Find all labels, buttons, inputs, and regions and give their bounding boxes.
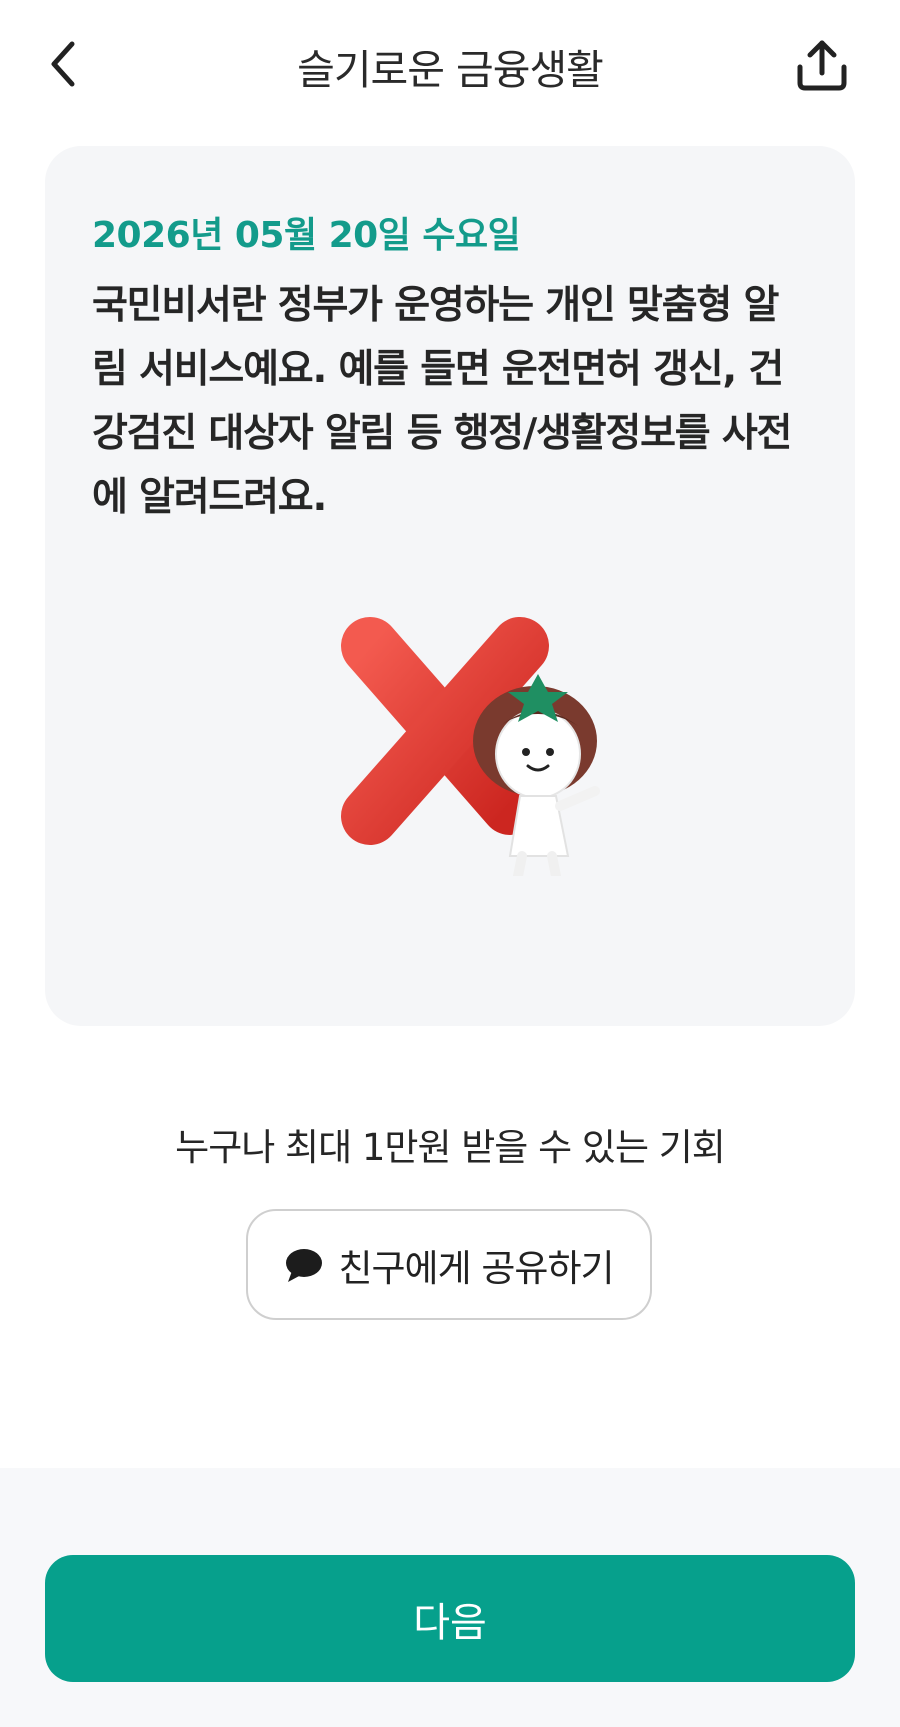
next-button[interactable]: 다음 xyxy=(45,1555,855,1682)
share-button[interactable] xyxy=(790,35,854,95)
page-title: 슬기로운 금융생활 xyxy=(297,46,604,94)
reward-promo-text: 누구나 최대 1만원 받을 수 있는 기회 xyxy=(175,1126,726,1169)
mascot-character xyxy=(473,674,600,881)
share-with-friend-button[interactable]: 친구에게 공유하기 xyxy=(246,1209,652,1320)
share-with-friend-label: 친구에게 공유하기 xyxy=(338,1246,614,1290)
red-x-mark-icon xyxy=(341,617,600,881)
answer-illustration xyxy=(310,606,610,881)
date-label: 2026년 05월 20일 수요일 xyxy=(92,215,521,256)
speech-bubble-icon xyxy=(286,1248,323,1282)
quiz-answer-card: 2026년 05월 20일 수요일 국민비서란 정부가 운영하는 개인 맞춤형 … xyxy=(45,146,855,1026)
answer-description: 국민비서란 정부가 운영하는 개인 맞춤형 알림 서비스예요. 예를 들면 운전… xyxy=(92,283,792,520)
top-bar: 슬기로운 금융생활 xyxy=(0,0,900,130)
upload-share-icon xyxy=(797,40,847,91)
